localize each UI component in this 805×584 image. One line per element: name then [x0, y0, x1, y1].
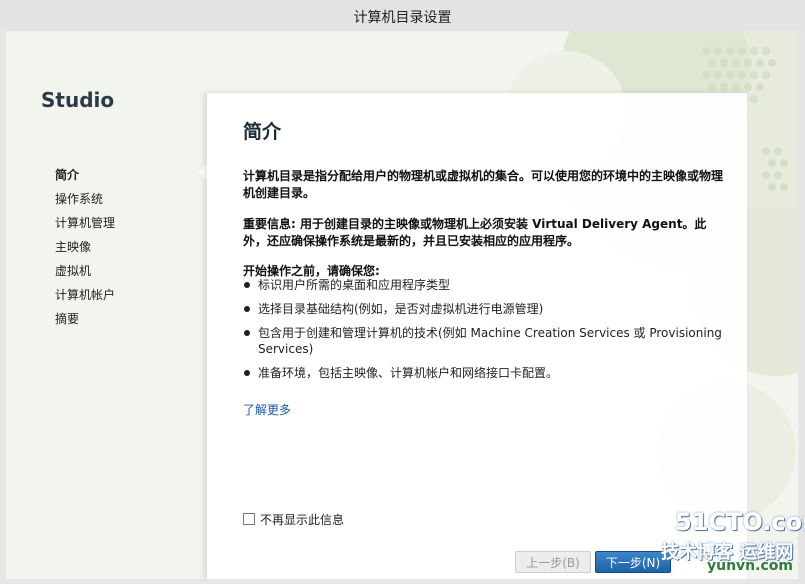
bullet-icon [244, 370, 250, 376]
wizard-window: Studio 简介 操作系统 计算机管理 主映像 虚拟机 计算机帐户 摘要 简介… [6, 31, 798, 579]
important-paragraph: 重要信息: 用于创建目录的主映像或物理机上必须安装 Virtual Delive… [243, 217, 707, 248]
prerequisites-list: 标识用户所需的桌面和应用程序类型 选择目录基础结构(例如，是否对虚拟机进行电源管… [243, 277, 728, 389]
bullet-icon [244, 330, 250, 336]
studio-brand: Studio [41, 88, 115, 112]
list-item-text: 标识用户所需的桌面和应用程序类型 [258, 278, 451, 292]
title-bar: 计算机目录设置 [0, 0, 805, 32]
dont-show-again[interactable]: 不再显示此信息 [243, 511, 344, 527]
page-title: 简介 [243, 121, 282, 143]
list-item: 准备环境，包括主映像、计算机帐户和网络接口卡配置。 [243, 365, 728, 381]
bullet-icon [244, 306, 250, 312]
nav-item-introduction[interactable]: 简介 [55, 163, 195, 187]
list-item: 选择目录基础结构(例如，是否对虚拟机进行电源管理) [243, 301, 728, 317]
watermark-site: 51CTO.com [675, 508, 805, 536]
nav-item-summary[interactable]: 摘要 [55, 307, 195, 331]
nav-item-computer-accounts[interactable]: 计算机帐户 [55, 283, 195, 307]
window-title: 计算机目录设置 [353, 10, 452, 26]
nav-item-operating-system[interactable]: 操作系统 [55, 187, 195, 211]
list-item: 包含用于创建和管理计算机的技术(例如 Machine Creation Serv… [243, 325, 728, 357]
back-button[interactable]: 上一步(B) [515, 551, 591, 573]
list-item: 标识用户所需的桌面和应用程序类型 [243, 277, 728, 293]
watermark-partner-url: yunvn.com [707, 558, 793, 574]
intro-paragraph: 计算机目录是指分配给用户的物理机或虚拟机的集合。可以使用您的环境中的主映像或物理… [243, 169, 724, 200]
active-step-pointer [198, 163, 207, 181]
bullet-icon [244, 282, 250, 288]
list-item-text: 选择目录基础结构(例如，是否对虚拟机进行电源管理) [258, 302, 544, 316]
content-panel: 简介 计算机目录是指分配给用户的物理机或虚拟机的集合。可以使用您的环境中的主映像… [207, 93, 747, 579]
nav-item-master-image[interactable]: 主映像 [55, 235, 195, 259]
learn-more-link[interactable]: 了解更多 [243, 401, 291, 418]
site-watermark: 51CTO.com 技术博客 运维网 yunvn.com [655, 508, 805, 580]
list-item-text: 准备环境，包括主映像、计算机帐户和网络接口卡配置。 [258, 366, 559, 380]
window-right-edge [798, 31, 805, 584]
dont-show-label[interactable]: 不再显示此信息 [260, 511, 344, 528]
wizard-nav: 简介 操作系统 计算机管理 主映像 虚拟机 计算机帐户 摘要 [55, 163, 195, 331]
nav-item-virtual-machines[interactable]: 虚拟机 [55, 259, 195, 283]
nav-item-machine-management[interactable]: 计算机管理 [55, 211, 195, 235]
list-item-text: 包含用于创建和管理计算机的技术(例如 Machine Creation Serv… [258, 326, 722, 356]
dont-show-checkbox[interactable] [243, 513, 255, 525]
